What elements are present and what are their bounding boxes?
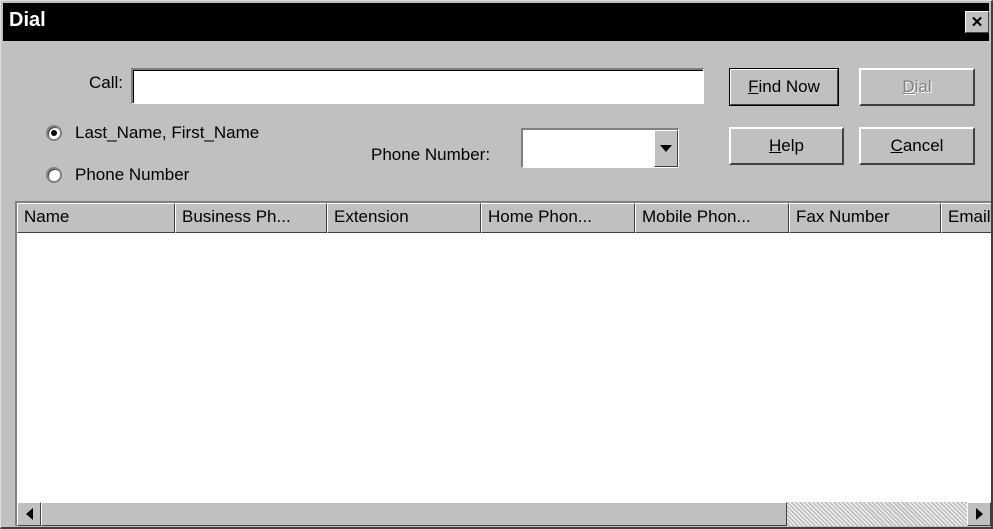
find-now-label: Find Now — [748, 77, 820, 96]
radio-phone-number[interactable] — [46, 167, 62, 183]
column-header-extension[interactable]: Extension — [327, 203, 481, 233]
scroll-left-button[interactable] — [17, 502, 41, 526]
dropdown-arrow-icon — [660, 144, 672, 152]
radio-phone-number-label: Phone Number — [75, 165, 190, 184]
column-header-mobile-phone[interactable]: Mobile Phon... — [635, 203, 789, 233]
scroll-right-button[interactable] — [967, 502, 991, 526]
dial-dialog: Dial ✕ Call: Find Now Dial Last_Name, Fi… — [0, 0, 993, 529]
column-header-business-phone[interactable]: Business Ph... — [175, 203, 327, 233]
column-header-email[interactable]: Email — [941, 203, 991, 233]
phone-number-combo[interactable] — [521, 128, 679, 168]
cancel-button[interactable]: Cancel — [859, 127, 975, 165]
radio-last-first-name-label: Last_Name, First_Name — [75, 123, 260, 142]
horizontal-scrollbar[interactable] — [17, 502, 991, 526]
find-now-button[interactable]: Find Now — [729, 68, 839, 106]
title-bar: Dial ✕ — [3, 3, 989, 41]
list-header: Name Business Ph... Extension Home Phon.… — [17, 203, 991, 233]
close-icon: ✕ — [970, 13, 984, 31]
phone-number-label: Phone Number: — [371, 145, 491, 164]
window-title: Dial — [9, 9, 46, 31]
combo-dropdown-button[interactable] — [654, 130, 678, 167]
call-label: Call: — [89, 73, 124, 92]
radio-last-first-name[interactable] — [46, 125, 62, 141]
radio-selected-dot — [51, 130, 57, 136]
call-input[interactable] — [133, 70, 703, 103]
help-button[interactable]: Help — [729, 127, 844, 165]
results-list[interactable]: Name Business Ph... Extension Home Phon.… — [15, 201, 991, 526]
scrollbar-track[interactable] — [787, 502, 969, 526]
dial-label: Dial — [902, 77, 932, 96]
dial-button[interactable]: Dial — [859, 68, 975, 106]
scroll-left-icon — [25, 508, 33, 520]
close-button[interactable]: ✕ — [965, 11, 989, 33]
column-header-name[interactable]: Name — [17, 203, 175, 233]
column-header-home-phone[interactable]: Home Phon... — [481, 203, 635, 233]
cancel-label: Cancel — [890, 136, 944, 155]
column-header-fax-number[interactable]: Fax Number — [789, 203, 941, 233]
scrollbar-thumb[interactable] — [41, 502, 787, 526]
call-field[interactable] — [131, 68, 704, 104]
help-label: Help — [769, 136, 804, 155]
scroll-right-icon — [975, 508, 983, 520]
